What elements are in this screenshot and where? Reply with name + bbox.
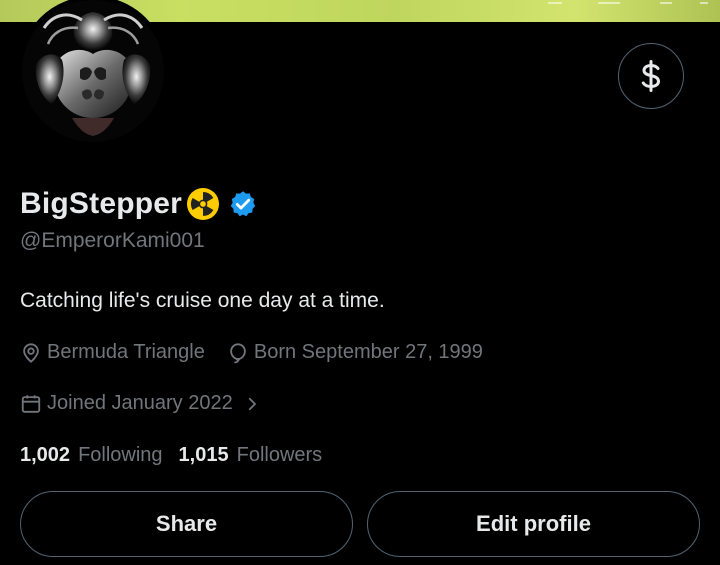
followers-label: Followers [236,444,323,466]
banner-detail [598,2,620,4]
banner-detail [700,2,708,4]
profile-page: BigStepper @EmperorKami001 Catching life… [0,0,720,565]
followers-count: 1,015 [178,444,229,466]
joined-item: Joined January 2022 [20,392,233,415]
chevron-right-icon [248,397,256,410]
location-text: Bermuda Triangle [47,341,205,363]
calendar-icon [21,394,41,413]
name-row: BigStepper [20,182,258,226]
joined-row[interactable]: Joined January 2022 [20,392,261,415]
followers-link[interactable]: 1,015 Followers [179,444,323,467]
joined-text: Joined January 2022 [47,392,233,414]
banner-detail [548,2,562,4]
tip-button[interactable] [618,43,684,109]
location-pin-icon [23,342,39,363]
birthday-item: Born September 27, 1999 [227,341,483,364]
verified-badge-icon[interactable] [228,189,258,219]
follow-stats: 1,002 Following 1,015 Followers [20,444,322,467]
share-button[interactable]: Share [20,491,353,557]
following-label: Following [78,444,163,466]
user-handle: @EmperorKami001 [20,229,205,252]
avatar[interactable] [18,0,168,146]
balloon-icon [230,342,246,363]
following-count: 1,002 [20,444,71,466]
profile-meta-row: Bermuda Triangle Born September 27, 1999 [20,341,483,364]
dollar-icon [641,60,661,92]
profile-bio: Catching life's cruise one day at a time… [20,289,385,312]
banner-detail [660,2,672,4]
location-item: Bermuda Triangle [20,341,205,364]
birthday-text: Born September 27, 1999 [253,341,483,363]
radiation-emoji-icon [187,188,220,220]
display-name: BigStepper [20,187,183,220]
edit-profile-button[interactable]: Edit profile [367,491,700,557]
following-link[interactable]: 1,002 Following [20,444,163,467]
